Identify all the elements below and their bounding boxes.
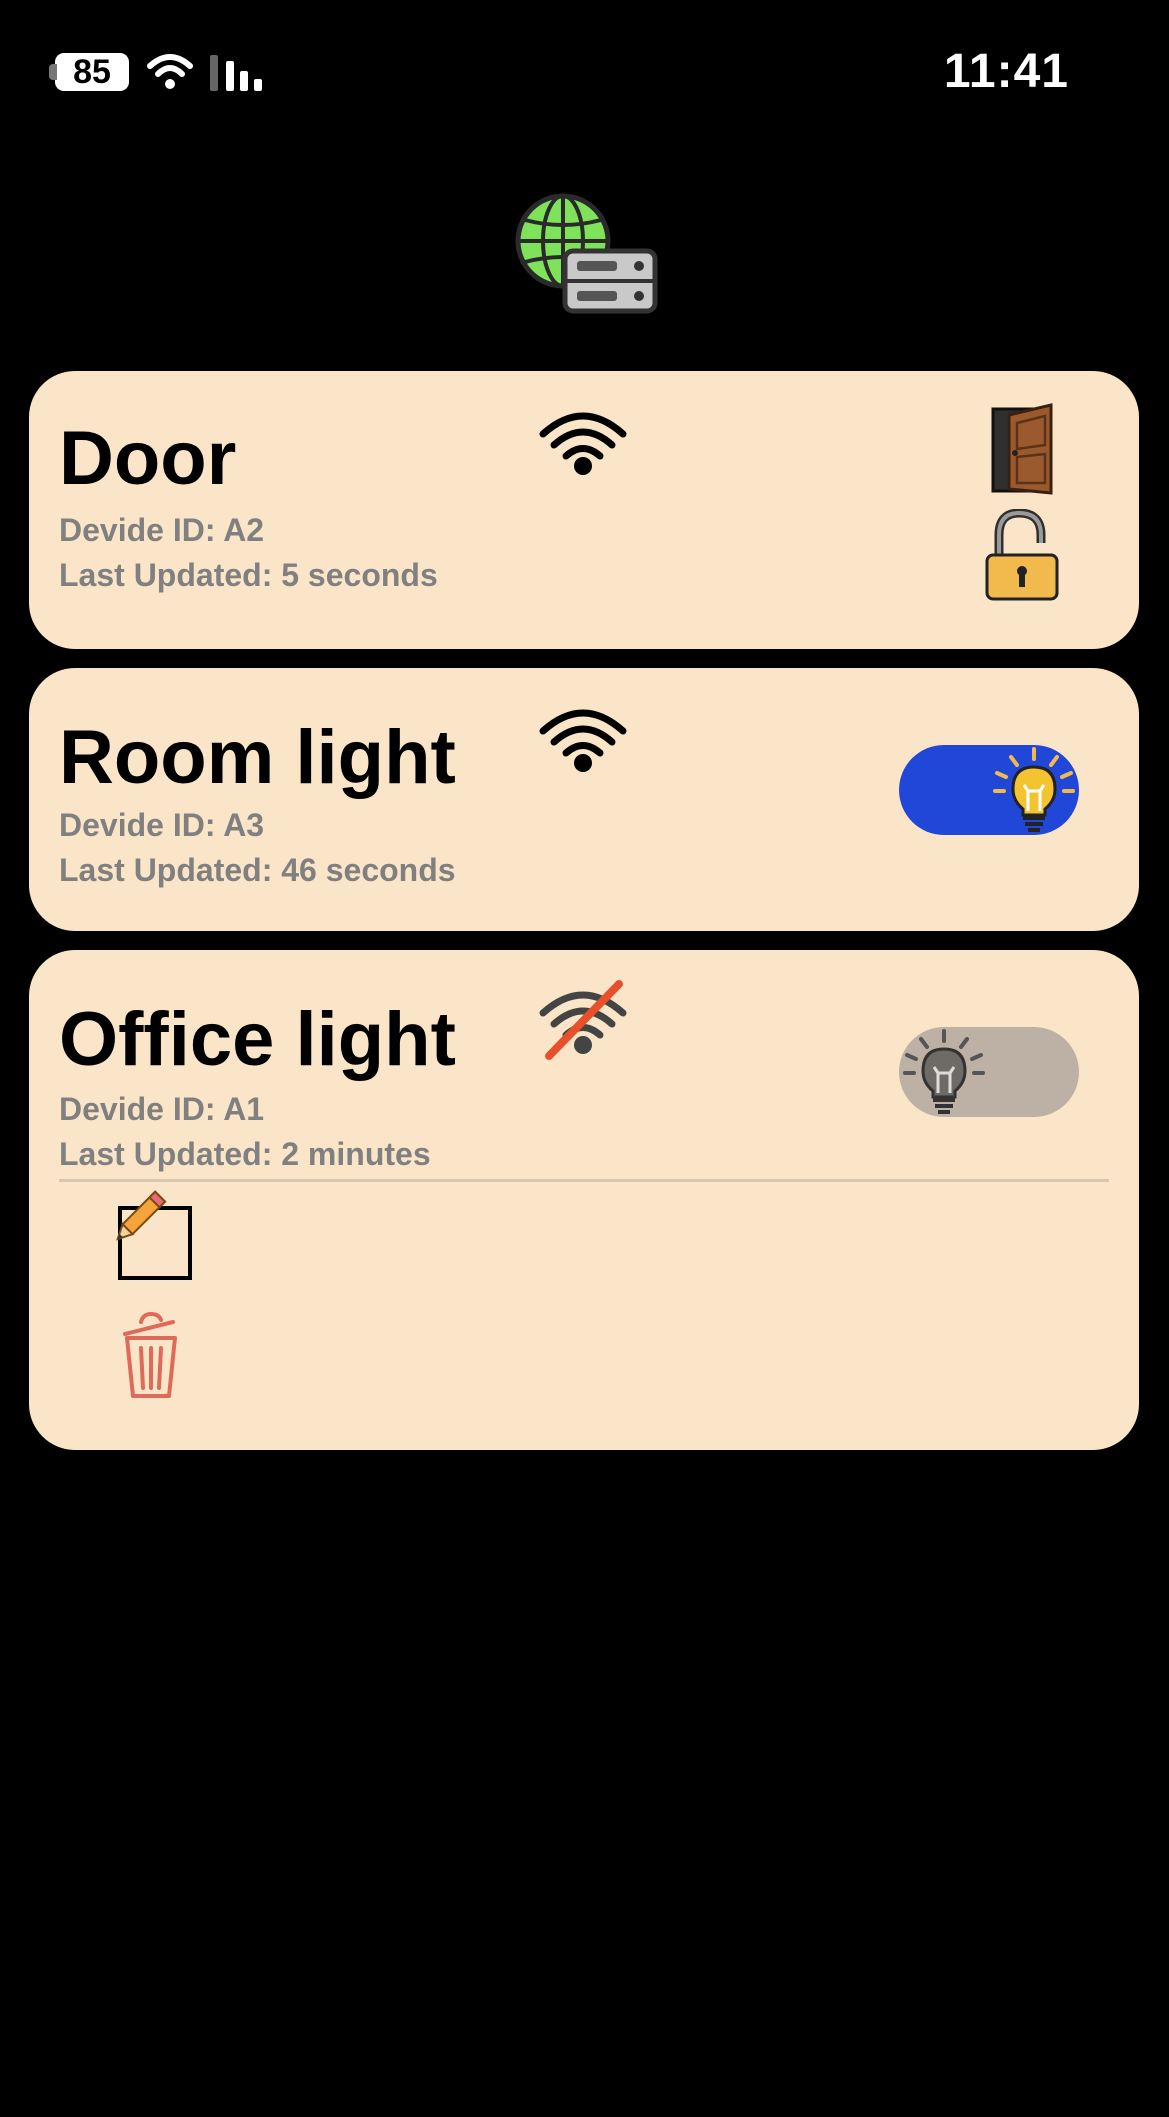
- device-card-room-light[interactable]: Room light Devide ID: A3 Last Updated: 4…: [29, 668, 1139, 931]
- last-updated: Last Updated: 5 seconds: [59, 557, 438, 593]
- wifi-status-icon: [147, 54, 193, 89]
- wifi-connected-icon: [539, 709, 627, 772]
- lightbulb-off-icon: [903, 1029, 985, 1114]
- status-bar: 85 11:41: [0, 0, 1169, 140]
- door-icon: [991, 403, 1053, 495]
- lightbulb-on-icon: [993, 747, 1075, 832]
- globe-server-icon: [515, 193, 658, 314]
- device-name: Door: [59, 416, 237, 501]
- device-card-office-light[interactable]: Office light Devide ID: A1 Last Updated:…: [29, 950, 1139, 1450]
- device-card-door[interactable]: Door Devide ID: A2 Last Updated: 5 secon…: [29, 371, 1139, 649]
- unlocked-padlock-icon[interactable]: [985, 509, 1059, 603]
- battery-indicator: 85: [49, 52, 129, 91]
- last-updated: Last Updated: 2 minutes: [59, 1136, 431, 1172]
- device-name: Room light: [59, 715, 456, 800]
- office-light-toggle[interactable]: [899, 1027, 1079, 1117]
- device-id: Devide ID: A1: [59, 1091, 265, 1127]
- device-id: Devide ID: A3: [59, 807, 265, 843]
- screen: 85 11:41 Door Devide ID: A2 Last Updated…: [0, 0, 1169, 2117]
- wifi-connected-icon: [539, 412, 627, 475]
- device-id: Devide ID: A2: [59, 512, 265, 548]
- battery-level: 85: [73, 52, 111, 91]
- status-time: 11:41: [943, 45, 1069, 98]
- last-updated: Last Updated: 46 seconds: [59, 852, 456, 888]
- trash-icon[interactable]: [121, 1312, 181, 1402]
- wifi-offline-icon: [539, 980, 627, 1060]
- device-name: Office light: [59, 997, 456, 1082]
- cellular-signal-icon: [210, 55, 262, 91]
- edit-icon[interactable]: [111, 1190, 195, 1282]
- card-divider: [59, 1179, 1109, 1182]
- room-light-toggle[interactable]: [899, 745, 1079, 835]
